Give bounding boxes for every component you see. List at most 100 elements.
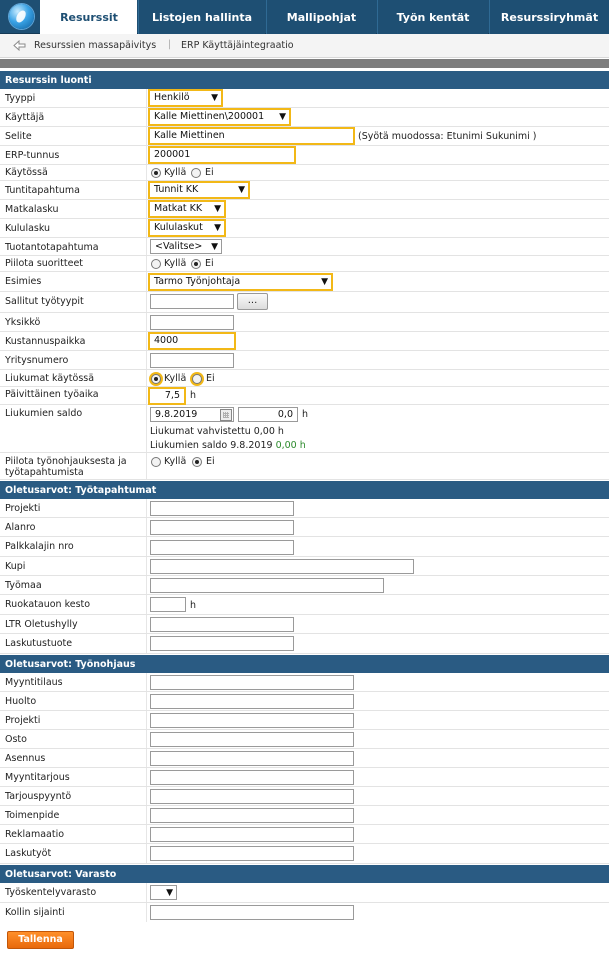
tyoskentelyvarasto-select[interactable]: ▼ (150, 885, 177, 900)
tab-mallipohjat[interactable]: Mallipohjat (266, 0, 376, 34)
label-myyntitarjous: Myyntitarjous (5, 772, 70, 783)
row-divider (146, 825, 147, 843)
back-arrow-icon[interactable] (13, 40, 26, 51)
form-row-laskutyot: Laskutyöt (0, 844, 609, 864)
tuotantotapahtuma-select[interactable]: <Valitse> ▼ (150, 239, 222, 254)
asennus-input[interactable] (150, 751, 354, 766)
sallitut-browse-button[interactable]: ... (237, 293, 268, 310)
liukumat-ei-radio[interactable] (192, 374, 202, 384)
label-asennus: Asennus (5, 753, 46, 764)
toimenpide-input[interactable] (150, 808, 354, 823)
row-divider (146, 595, 147, 614)
tab-tyon-kentat[interactable]: Työn kentät (377, 0, 488, 34)
label-palkkalaji: Palkkalajin nro (5, 541, 74, 552)
label-kaytossa: Käytössä (5, 167, 48, 178)
tyyppi-select[interactable]: Henkilö ▼ (148, 89, 223, 107)
form-row-piilota-suoritteet: Piilota suoritteet Kyllä Ei (0, 256, 609, 272)
calendar-icon[interactable] (220, 409, 232, 421)
row-divider (146, 219, 147, 237)
kaytossa-kylla-radio[interactable] (151, 168, 161, 178)
label-matkalasku: Matkalasku (5, 204, 59, 215)
piilota-ei-radio[interactable] (191, 259, 201, 269)
label-laskutustuote: Laskutustuote (5, 638, 73, 649)
row-divider (146, 692, 147, 710)
header-divider-bar (0, 59, 609, 68)
tab-listojen-hallinta[interactable]: Listojen hallinta (138, 0, 265, 34)
osto-input[interactable] (150, 732, 354, 747)
kululasku-value: Kululaskut (154, 222, 203, 233)
saldo-hours-input[interactable]: 0,0 (238, 407, 298, 422)
alanro-input[interactable] (150, 520, 294, 535)
ltr-oletushylly-input[interactable] (150, 617, 294, 632)
row-divider (146, 405, 147, 452)
kollin-sijainti-input[interactable] (150, 905, 354, 920)
form-row-alanro: Alanro (0, 518, 609, 537)
palkkalaji-input[interactable] (150, 540, 294, 555)
label-alanro: Alanro (5, 522, 36, 533)
sub-navigation: Resurssien massapäivitys | ERP Käyttäjäi… (0, 34, 609, 58)
app-logo-icon[interactable] (9, 4, 34, 29)
yksikko-input[interactable] (150, 315, 234, 330)
form-row-kupi: Kupi (0, 557, 609, 576)
form-row-ltr-oletushylly: LTR Oletushylly (0, 615, 609, 634)
liukumat-kylla-radio[interactable] (151, 374, 161, 384)
row-divider (146, 518, 147, 536)
tab-resurssiryhmat[interactable]: Resurssiryhmät (489, 0, 609, 34)
label-reklamaatio: Reklamaatio (5, 829, 65, 840)
tyomaa-input[interactable] (150, 578, 384, 593)
kustannuspaikka-input[interactable]: 4000 (148, 332, 236, 350)
form-row-laskutustuote: Laskutustuote (0, 634, 609, 654)
matkalasku-select[interactable]: Matkat KK ▼ (148, 200, 226, 218)
kululasku-select[interactable]: Kululaskut ▼ (148, 219, 226, 237)
piilota-kylla-radio[interactable] (151, 259, 161, 269)
form-row-toimenpide: Toimenpide (0, 806, 609, 825)
tuntitapahtuma-select[interactable]: Tunnit KK ▼ (148, 181, 250, 199)
label-myyntitilaus: Myyntitilaus (5, 677, 63, 688)
form-row-esimies: Esimies Tarmo Työnjohtaja ▼ (0, 272, 609, 292)
row-divider (146, 557, 147, 575)
piilota-tyo-ei-radio[interactable] (192, 457, 202, 467)
ruokatauko-input[interactable] (150, 597, 186, 612)
laskutyot-input[interactable] (150, 846, 354, 861)
projekti-input[interactable] (150, 501, 294, 516)
piilota-tyo-kylla-radio[interactable] (151, 457, 161, 467)
section-header-tyonohjaus: Oletusarvot: Työnohjaus (0, 655, 609, 673)
label-selite: Selite (5, 131, 32, 142)
kaytossa-ei-radio[interactable] (191, 168, 201, 178)
yritysnumero-input[interactable] (150, 353, 234, 368)
projekti-tyonohjaus-input[interactable] (150, 713, 354, 728)
label-osto: Osto (5, 734, 27, 745)
subnav-massapaivitys-link[interactable]: Resurssien massapäivitys (34, 40, 156, 51)
row-divider (146, 200, 147, 218)
myyntitilaus-input[interactable] (150, 675, 354, 690)
liukumat-vahvistettu-text: Liukumat vahvistettu 0,00 h (150, 426, 284, 437)
form-row-reklamaatio: Reklamaatio (0, 825, 609, 844)
label-tuntitapahtuma: Tuntitapahtuma (5, 185, 81, 196)
kaytossa-ei-label: Ei (205, 167, 214, 178)
form-row-sallitut-tyotyypit: Sallitut työtyypit ... (0, 292, 609, 313)
myyntitarjous-input[interactable] (150, 770, 354, 785)
sallitut-tyotyypit-input[interactable] (150, 294, 234, 309)
form-row-projekti: Projekti (0, 499, 609, 518)
label-liukumien-saldo: Liukumien saldo (5, 408, 83, 419)
label-tyomaa: Työmaa (5, 580, 42, 591)
top-navigation: Resurssit Listojen hallinta Mallipohjat … (0, 0, 609, 35)
esimies-select[interactable]: Tarmo Työnjohtaja ▼ (148, 273, 333, 291)
kupi-input[interactable] (150, 559, 414, 574)
label-kupi: Kupi (5, 561, 26, 572)
label-tarjouspyynto: Tarjouspyyntö (5, 791, 72, 802)
selite-input[interactable]: Kalle Miettinen (148, 127, 355, 145)
save-button[interactable]: Tallenna (7, 931, 74, 949)
subnav-erp-integraatio-link[interactable]: ERP Käyttäjäintegraatio (181, 40, 294, 51)
reklamaatio-input[interactable] (150, 827, 354, 842)
huolto-input[interactable] (150, 694, 354, 709)
erp-tunnus-input[interactable]: 200001 (148, 146, 296, 164)
laskutustuote-input[interactable] (150, 636, 294, 651)
tarjouspyynto-input[interactable] (150, 789, 354, 804)
chevron-down-icon: ▼ (279, 112, 286, 122)
row-divider (146, 89, 147, 107)
saldo-unit: h (302, 409, 309, 420)
paivittainen-tyoaika-input[interactable]: 7,5 (148, 387, 186, 405)
tab-resurssit[interactable]: Resurssit (40, 0, 137, 35)
kayttaja-select[interactable]: Kalle Miettinen\200001 ▼ (148, 108, 291, 126)
